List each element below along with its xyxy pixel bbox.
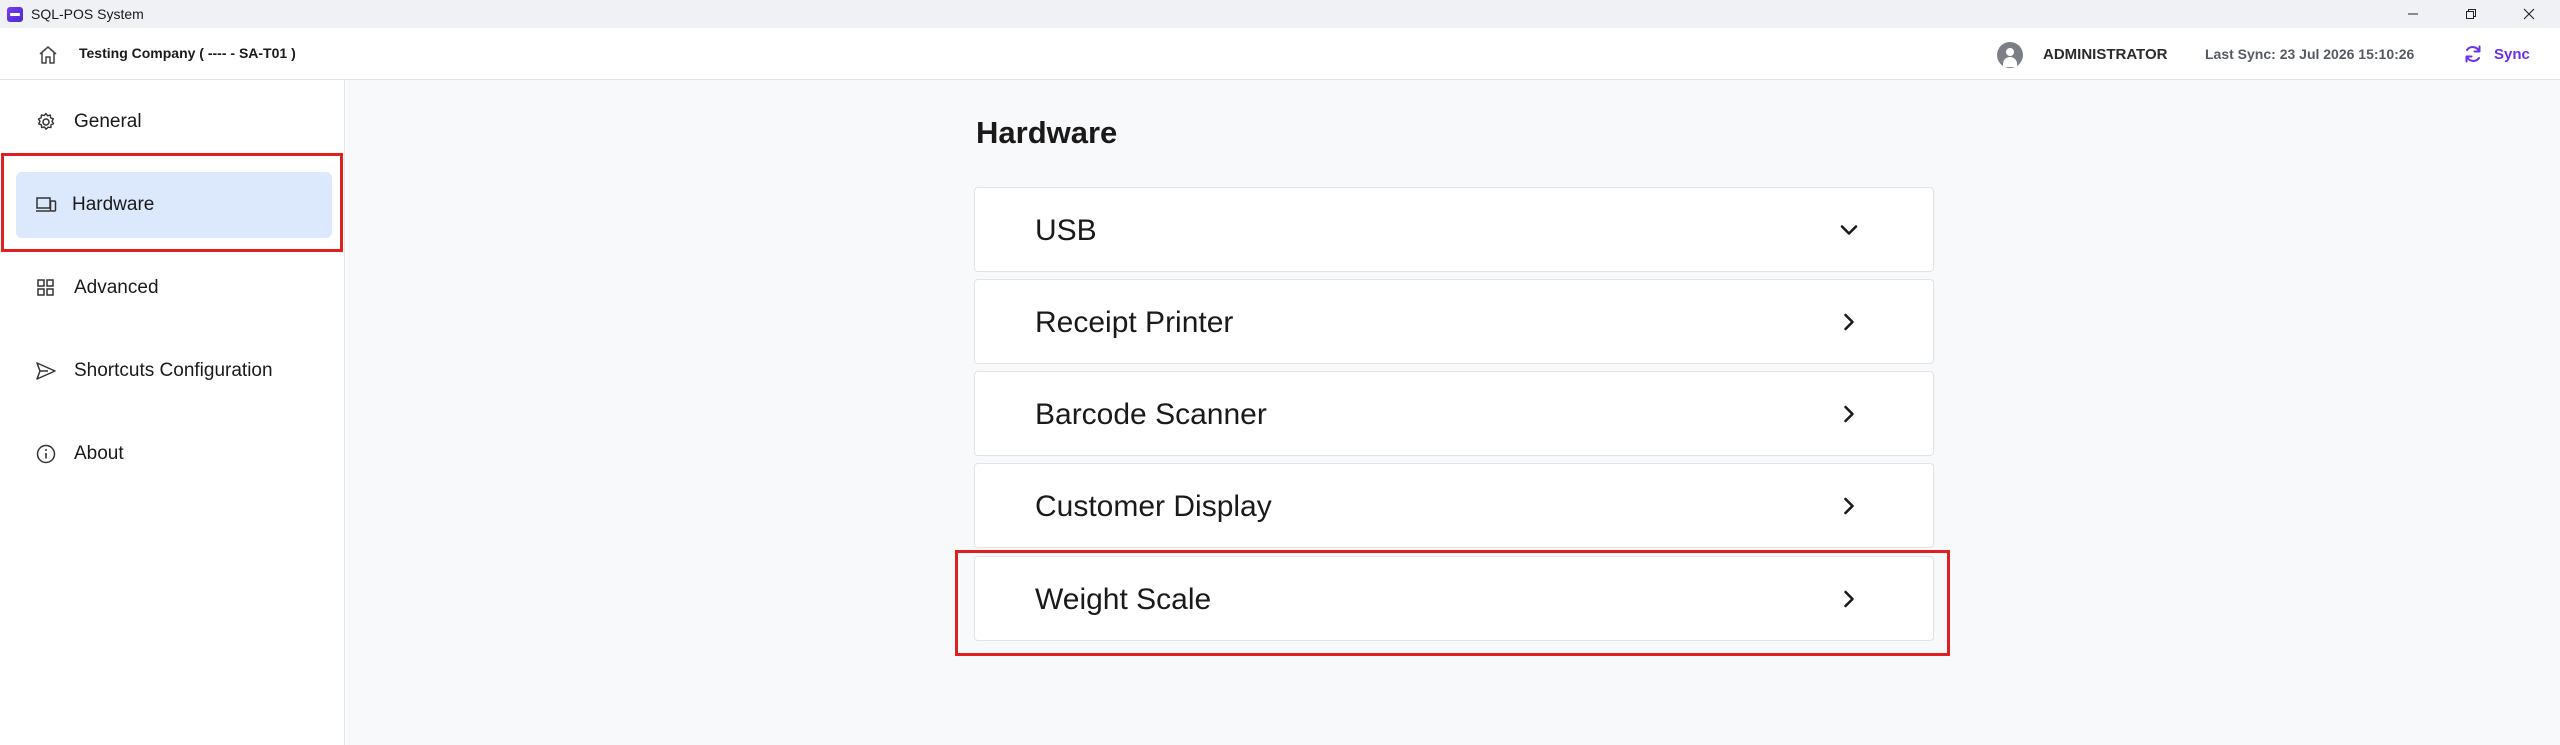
section-customer-display[interactable]: Customer Display xyxy=(974,463,1934,548)
gear-icon xyxy=(37,112,55,130)
sidebar-item-label: About xyxy=(74,443,124,464)
window-title: SQL-POS System xyxy=(31,6,144,22)
sidebar-item-label: Advanced xyxy=(74,277,159,298)
sidebar-item-advanced[interactable]: Advanced xyxy=(16,255,332,321)
minimize-icon xyxy=(2408,13,2418,15)
chevron-right-icon xyxy=(1844,405,1854,423)
section-barcode-scanner[interactable]: Barcode Scanner xyxy=(974,371,1934,456)
section-label: Receipt Printer xyxy=(1035,306,1234,339)
sync-icon[interactable] xyxy=(2463,44,2483,64)
close-button[interactable] xyxy=(2506,0,2552,28)
info-icon xyxy=(36,444,56,464)
company-name: Testing Company ( ---- - SA-T01 ) xyxy=(79,45,296,61)
send-icon xyxy=(36,362,56,380)
restore-icon xyxy=(2466,9,2476,19)
sidebar-item-label: Shortcuts Configuration xyxy=(74,360,273,381)
chevron-right-icon xyxy=(1844,497,1854,515)
app-logo-icon xyxy=(7,7,23,22)
last-sync-text: Last Sync: 23 Jul 2026 15:10:26 xyxy=(2205,46,2415,62)
sidebar-item-shortcuts[interactable]: Shortcuts Configuration xyxy=(16,338,332,404)
sidebar-item-general[interactable]: General xyxy=(16,89,332,155)
close-icon xyxy=(2523,8,2535,20)
sidebar-item-about[interactable]: About xyxy=(16,421,332,487)
grid-icon xyxy=(37,279,54,296)
title-bar: SQL-POS System xyxy=(0,0,2560,28)
app-header: Testing Company ( ---- - SA-T01 ) ADMINI… xyxy=(0,28,2560,80)
page-title: Hardware xyxy=(976,115,1118,150)
home-icon[interactable] xyxy=(37,44,59,66)
section-label: Barcode Scanner xyxy=(1035,398,1267,431)
minimize-button[interactable] xyxy=(2390,0,2436,28)
highlight-box-hardware xyxy=(1,153,343,252)
section-receipt-printer[interactable]: Receipt Printer xyxy=(974,279,1934,364)
avatar xyxy=(1997,42,2023,68)
section-usb[interactable]: USB xyxy=(974,187,1934,272)
section-label: Customer Display xyxy=(1035,490,1272,523)
restore-button[interactable] xyxy=(2448,0,2494,28)
user-name: ADMINISTRATOR xyxy=(2043,46,2168,63)
section-label: USB xyxy=(1035,214,1097,247)
chevron-right-icon xyxy=(1844,313,1854,331)
sync-button[interactable]: Sync xyxy=(2494,46,2530,63)
sidebar-item-label: General xyxy=(74,111,142,132)
chevron-down-icon xyxy=(1840,225,1858,235)
highlight-box-weight-scale xyxy=(955,550,1950,656)
